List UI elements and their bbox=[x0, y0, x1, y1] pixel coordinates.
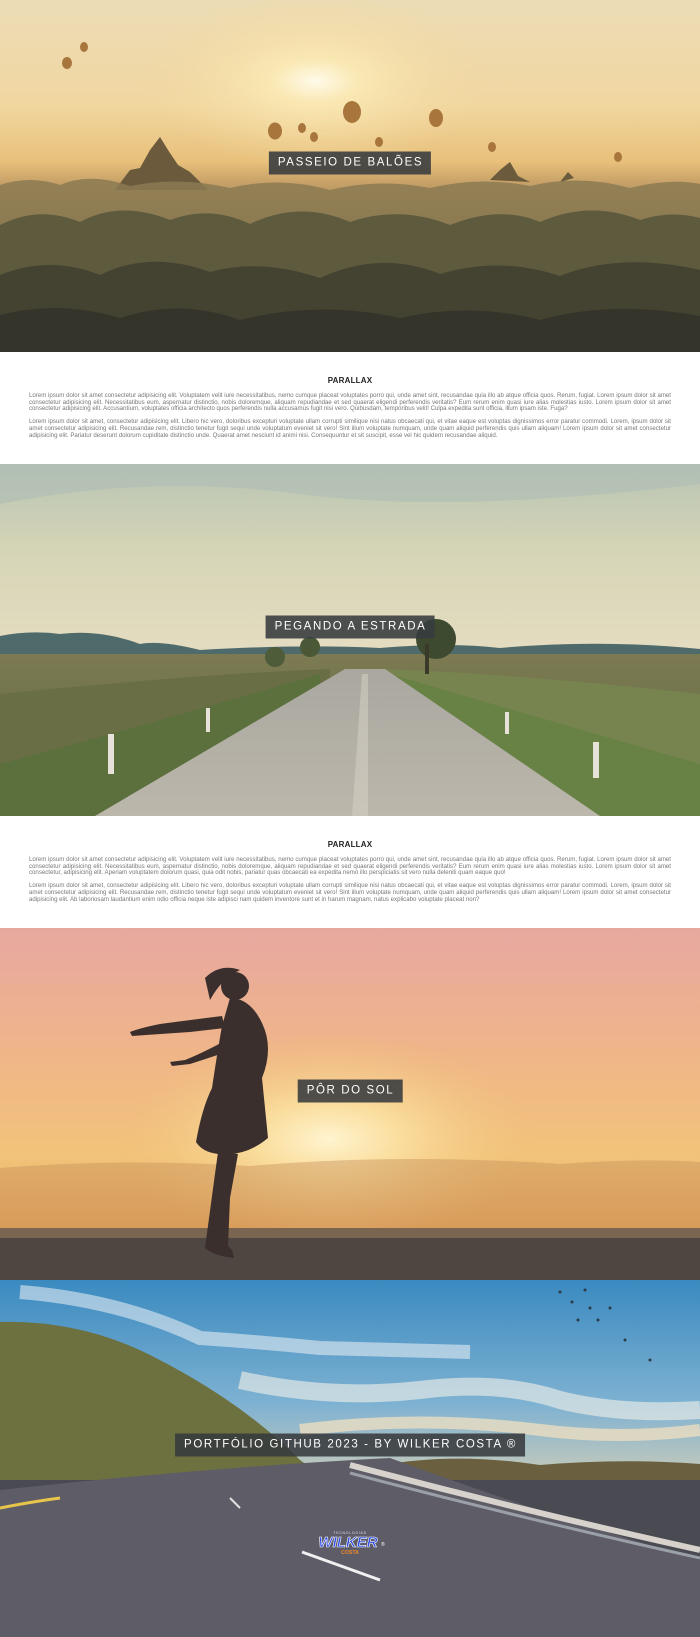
balloons-section: PASSEIO DE BALÕES bbox=[0, 0, 700, 352]
logo-name: WILKER bbox=[318, 1534, 377, 1551]
road-section: PEGANDO A ESTRADA bbox=[0, 464, 700, 816]
section-paragraph: Lorem ipsum dolor sit amet consectetur a… bbox=[29, 856, 671, 877]
footer-background-image bbox=[0, 1280, 700, 1637]
section-paragraph: Lorem ipsum dolor sit amet, consectetur … bbox=[29, 882, 671, 903]
footer-caption: PORTFÓLIO GITHUB 2023 - BY WILKER COSTA … bbox=[175, 1433, 525, 1457]
footer-section: PORTFÓLIO GITHUB 2023 - BY WILKER COSTA … bbox=[0, 1280, 700, 1637]
parallax-text-section-2: PARALLAX Lorem ipsum dolor sit amet cons… bbox=[0, 816, 700, 928]
section-title: PARALLAX bbox=[327, 376, 373, 385]
sunset-section: PÔR DO SOL bbox=[0, 928, 700, 1280]
parallax-text-section-1: PARALLAX Lorem ipsum dolor sit amet cons… bbox=[0, 352, 700, 464]
section-paragraph: Lorem ipsum dolor sit amet, consectetur … bbox=[29, 418, 671, 439]
logo-registered-mark: ® bbox=[381, 1541, 385, 1548]
road-background-image bbox=[0, 464, 700, 816]
section-paragraph: Lorem ipsum dolor sit amet consectetur a… bbox=[29, 392, 671, 413]
wilker-costa-logo: TECNOLOGIAS WILKER COSTA ® bbox=[310, 1530, 390, 1558]
logo-surname: COSTA bbox=[341, 1550, 359, 1556]
sunset-background-image bbox=[0, 928, 700, 1280]
sunset-caption: PÔR DO SOL bbox=[297, 1079, 403, 1103]
balloons-background-image bbox=[0, 0, 700, 352]
road-caption: PEGANDO A ESTRADA bbox=[265, 615, 435, 639]
section-title: PARALLAX bbox=[327, 840, 373, 849]
balloons-caption: PASSEIO DE BALÕES bbox=[268, 151, 432, 175]
